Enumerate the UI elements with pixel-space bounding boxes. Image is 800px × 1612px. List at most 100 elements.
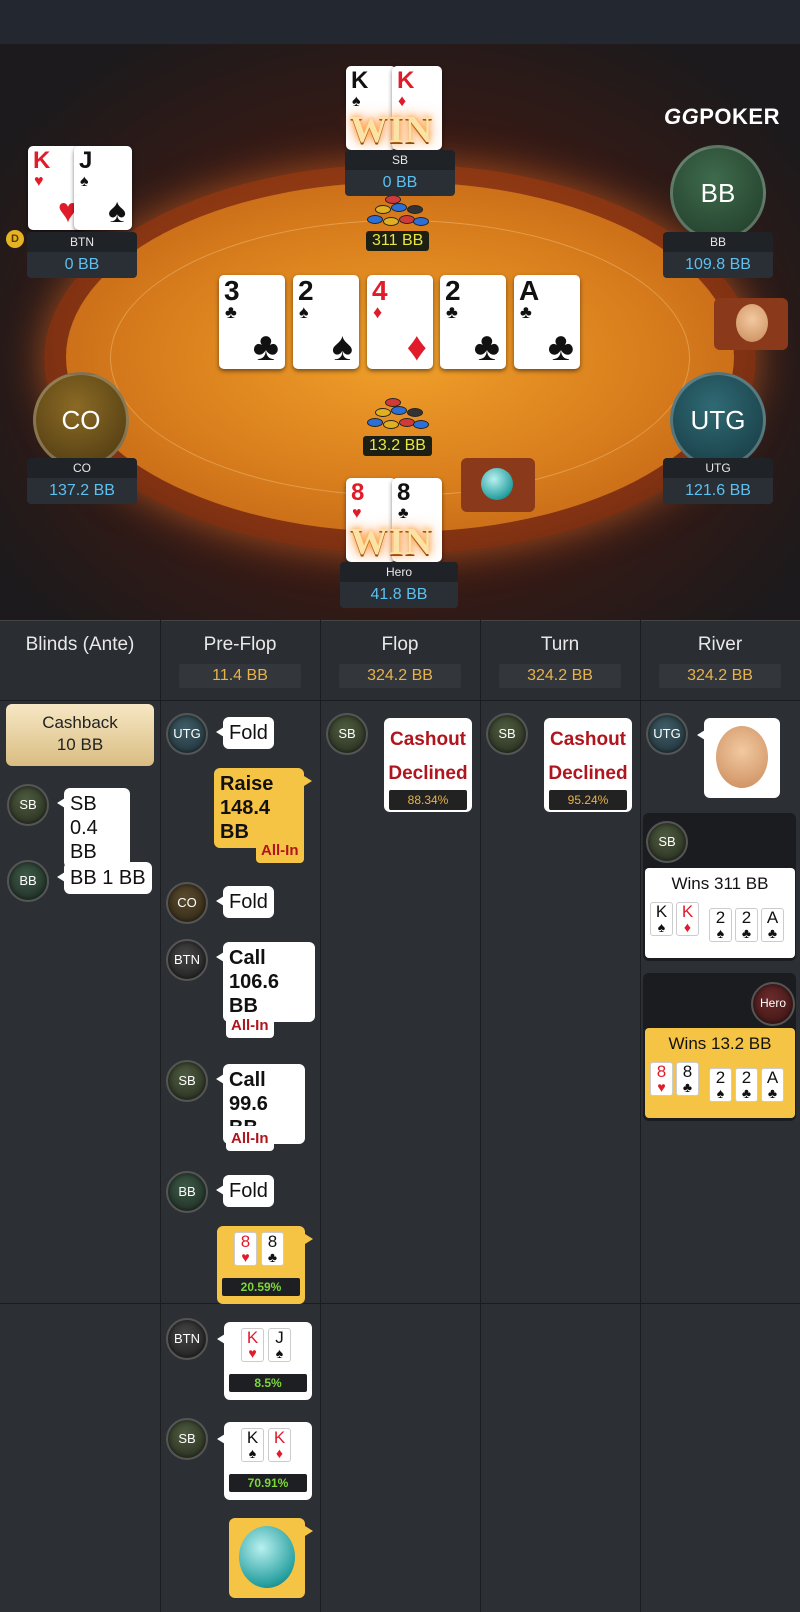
emote-crying-icon: [461, 458, 535, 512]
seat-hero-name: Hero: [340, 562, 458, 582]
seat-btn-stack: 0 BB: [27, 252, 137, 278]
preflop-btn-action: Call 106.6 BB: [216, 942, 315, 1022]
hero-river-card-1: 8 ♥: [650, 1062, 673, 1096]
flop-cashout-declined: Cashout Declined 88.34%: [384, 718, 472, 812]
seat-bb-plate[interactable]: BB 109.8 BB: [663, 232, 773, 278]
top-bar: [0, 0, 800, 44]
river-sb-win-box: Wins 311 BB K ♠ K ♦ 2 ♠ 2 ♣ A ♣: [645, 868, 795, 958]
hero-river-card-3: 2 ♠: [709, 1068, 732, 1102]
hero-river-card-4: 2 ♣: [735, 1068, 758, 1102]
seat-sb-stack: 0 BB: [345, 170, 455, 196]
column-preflop[interactable]: Pre-Flop 11.4 BB: [160, 621, 320, 701]
preflop-raise-action: Raise 148.4 BB: [214, 768, 312, 848]
position-sb-icon: SB: [326, 713, 368, 755]
position-sb-icon: SB: [166, 1418, 208, 1460]
hero-river-card-2: 8 ♣: [676, 1062, 699, 1096]
btn-mini-card-2: J ♠: [268, 1328, 291, 1362]
position-sb-icon: SB: [646, 821, 688, 863]
hero-win-badge: WIN: [350, 521, 434, 563]
hand-history-header: Blinds (Ante) Pre-Flop 11.4 BB Flop 324.2 …: [0, 620, 800, 700]
hero-equity: 20.59%: [222, 1278, 300, 1296]
river-sb-win-text: Wins 311 BB: [671, 874, 769, 893]
cashback-badge: Cashback 10 BB: [6, 704, 154, 766]
hero-hand-equity-box: 8 ♥ 8 ♣ 20.59%: [217, 1226, 313, 1304]
column-blinds[interactable]: Blinds (Ante): [0, 621, 160, 701]
sb-hand-equity-box: K ♠ K ♦ 70.91%: [217, 1422, 312, 1500]
seat-bb-stack: 109.8 BB: [663, 252, 773, 278]
position-co-icon: CO: [166, 882, 208, 924]
btn-hand-equity-box: K ♥ J ♠ 8.5%: [217, 1322, 312, 1400]
ggpoker-logo: GGPOKER: [664, 104, 780, 129]
column-turn[interactable]: Turn 324.2 BB: [480, 621, 640, 701]
blind-sb-action: SB 0.4 BB: [57, 788, 130, 868]
seat-co-stack: 137.2 BB: [27, 478, 137, 504]
sb-river-card-5: A ♣: [761, 908, 784, 942]
seat-utg-stack: 121.6 BB: [663, 478, 773, 504]
position-bb-icon: BB: [7, 860, 49, 902]
sb-mini-card-1: K ♠: [241, 1428, 264, 1462]
flop-cashout-pct: 88.34%: [389, 790, 467, 810]
seat-sb-name: SB: [345, 150, 455, 170]
blind-bb-action: BB 1 BB: [57, 862, 152, 894]
btn-equity: 8.5%: [229, 1374, 307, 1392]
river-hero-win-box: Wins 13.2 BB 8 ♥ 8 ♣ 2 ♠ 2 ♣ A ♣: [645, 1028, 795, 1118]
seat-utg-name: UTG: [663, 458, 773, 478]
btn-hole-card-2: J ♠ ♠: [74, 146, 132, 230]
position-sb-icon: SB: [7, 784, 49, 826]
seat-co-name: CO: [27, 458, 137, 478]
turn-cashout-declined: Cashout Declined 95.24%: [544, 718, 632, 812]
board-card-5: A ♣ ♣: [514, 275, 580, 369]
seat-co-avatar[interactable]: CO: [33, 372, 129, 468]
seat-bb-avatar[interactable]: BB: [670, 145, 766, 241]
preflop-sb-allin-badge: All-In: [226, 1126, 274, 1151]
sb-river-card-4: 2 ♣: [735, 908, 758, 942]
hero-river-card-5: A ♣: [761, 1068, 784, 1102]
position-btn-icon: BTN: [166, 1318, 208, 1360]
seat-btn-plate[interactable]: BTN 0 BB: [27, 232, 137, 278]
crying-emote-icon: [229, 1518, 313, 1598]
position-sb-icon: SB: [486, 713, 528, 755]
column-flop[interactable]: Flop 324.2 BB: [320, 621, 480, 701]
preflop-co-action: Fold: [216, 886, 274, 918]
seat-utg-avatar[interactable]: UTG: [670, 372, 766, 468]
preflop-btn-allin-badge: All-In: [226, 1013, 274, 1038]
river-utg-emote-icon: [697, 718, 780, 798]
pot-chips-icon: [365, 195, 435, 231]
board-card-3: 4 ♦ ♦: [367, 275, 433, 369]
position-btn-icon: BTN: [166, 939, 208, 981]
seat-hero-stack: 41.8 BB: [340, 582, 458, 608]
position-utg-icon: UTG: [646, 713, 688, 755]
seat-sb-plate[interactable]: SB 0 BB: [345, 150, 455, 196]
position-utg-icon: UTG: [166, 713, 208, 755]
dealer-button-icon: D: [6, 230, 24, 248]
sb-equity: 70.91%: [229, 1474, 307, 1492]
sb-river-card-3: 2 ♠: [709, 908, 732, 942]
seat-hero-plate[interactable]: Hero 41.8 BB: [340, 562, 458, 608]
seat-co-plate[interactable]: CO 137.2 BB: [27, 458, 137, 504]
preflop-bb-action: Fold: [216, 1175, 274, 1207]
position-sb-icon: SB: [166, 1060, 208, 1102]
main-pot-label: 311 BB: [366, 231, 430, 251]
board-card-2: 2 ♠ ♠: [293, 275, 359, 369]
seat-utg-plate[interactable]: UTG 121.6 BB: [663, 458, 773, 504]
side-pot-label: 13.2 BB: [363, 436, 432, 456]
sb-river-card-2: K ♦: [676, 902, 699, 936]
board-card-4: 2 ♣ ♣: [440, 275, 506, 369]
sb-win-badge: WIN: [350, 109, 434, 151]
turn-cashout-pct: 95.24%: [549, 790, 627, 810]
sb-river-card-1: K ♠: [650, 902, 673, 936]
column-river[interactable]: River 324.2 BB: [640, 621, 800, 701]
preflop-raise-allin-badge: All-In: [256, 838, 304, 863]
side-pot-chips-icon: [365, 398, 435, 434]
btn-mini-card-1: K ♥: [241, 1328, 264, 1362]
river-hero-win-text: Wins 13.2 BB: [668, 1034, 772, 1053]
preflop-utg-action: Fold: [216, 717, 274, 749]
hero-mini-card-2: 8 ♣: [261, 1232, 284, 1266]
position-bb-icon: BB: [166, 1171, 208, 1213]
seat-btn-name: BTN: [27, 232, 137, 252]
board-card-1: 3 ♣ ♣: [219, 275, 285, 369]
hero-mini-card-1: 8 ♥: [234, 1232, 257, 1266]
sb-mini-card-2: K ♦: [268, 1428, 291, 1462]
emote-sticker-icon: [714, 298, 788, 350]
seat-bb-name: BB: [663, 232, 773, 252]
